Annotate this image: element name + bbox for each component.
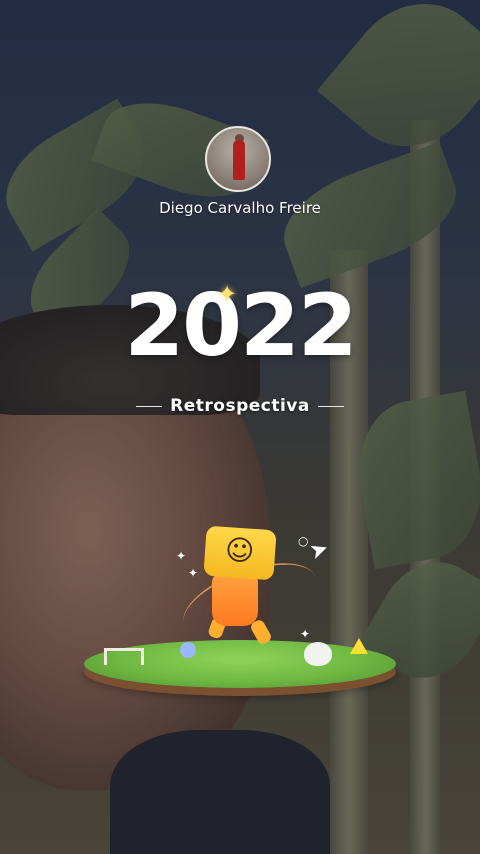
twinkle-icon: ✦ <box>176 549 187 563</box>
mascot-body <box>212 574 258 626</box>
subtitle-divider-left <box>136 405 163 407</box>
smiley-mascot-icon: ☺ <box>203 525 277 581</box>
subtitle-divider-right <box>317 405 344 407</box>
twinkle-icon: ✦ <box>300 627 311 641</box>
yellow-shape-icon <box>350 638 368 654</box>
subtitle-row: Retrospectiva <box>0 396 480 416</box>
profile-avatar[interactable] <box>205 126 271 192</box>
story-screen[interactable]: Diego Carvalho Freire 2022 ✦ Retrospecti… <box>0 0 480 854</box>
twinkle-icon: ○ <box>298 534 309 548</box>
subtitle-label: Retrospectiva <box>170 396 310 416</box>
twinkle-icon: ✦ <box>188 566 199 580</box>
year-title: 2022 <box>124 276 357 376</box>
fence-icon <box>104 648 144 665</box>
avatar-figure <box>233 140 245 180</box>
smiley-face-icon: ☺ <box>224 532 256 568</box>
username-label: Diego Carvalho Freire <box>159 199 321 217</box>
bird-icon <box>304 642 332 666</box>
sparkle-icon: ✦ <box>217 280 238 308</box>
flower-icon <box>180 642 196 658</box>
